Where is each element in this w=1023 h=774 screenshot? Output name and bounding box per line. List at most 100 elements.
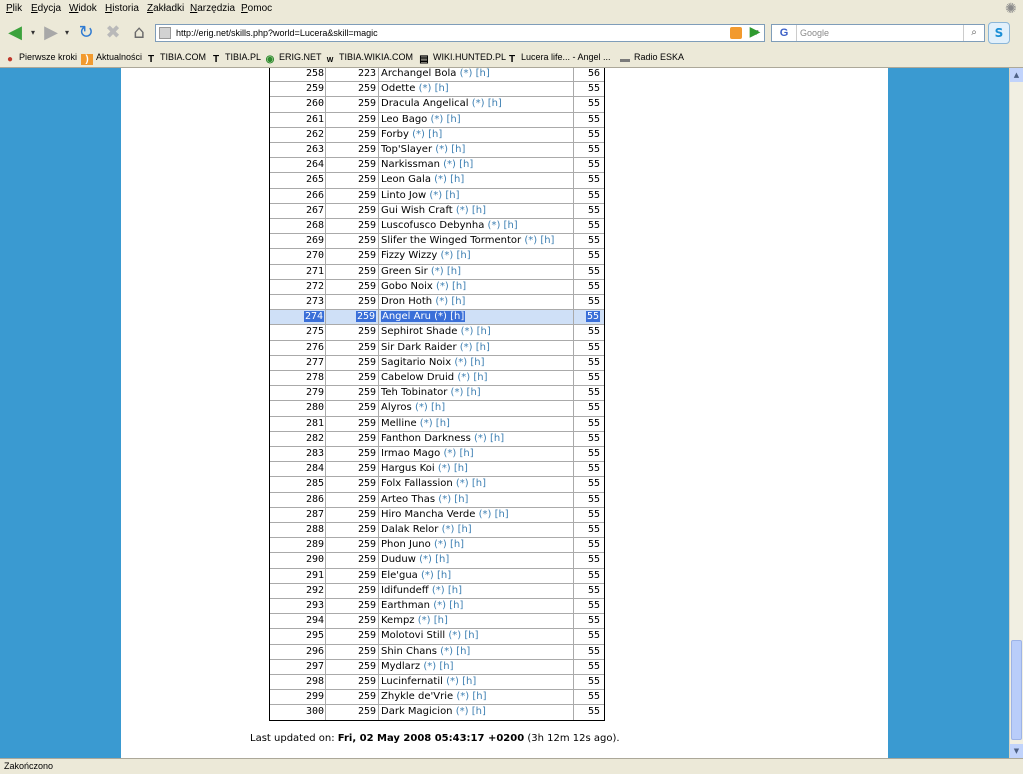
player-history-link[interactable]: [h] (490, 433, 504, 444)
player-history-link[interactable]: [h] (462, 676, 476, 687)
player-details-link[interactable]: (*) (434, 539, 447, 550)
search-input[interactable]: Google (800, 25, 829, 41)
player-details-link[interactable]: (*) (443, 159, 456, 170)
player-history-link[interactable]: [h] (454, 494, 468, 505)
stop-button[interactable]: ✖ (101, 21, 125, 45)
player-details-link[interactable]: (*) (431, 266, 444, 277)
player-details-link[interactable]: (*) (436, 281, 449, 292)
player-history-link[interactable]: [h] (447, 114, 461, 125)
player-details-link[interactable]: (*) (456, 691, 469, 702)
player-details-link[interactable]: (*) (435, 144, 448, 155)
player-details-link[interactable]: (*) (415, 402, 428, 413)
player-history-link[interactable]: [h] (445, 190, 459, 201)
bookmark-radio-eska[interactable]: ▬ Radio ESKA (619, 52, 684, 65)
skype-icon[interactable]: S (988, 22, 1010, 44)
player-history-link[interactable]: [h] (448, 585, 462, 596)
menu-widok[interactable]: Widok (69, 3, 97, 14)
player-details-link[interactable]: (*) (451, 387, 464, 398)
player-details-link[interactable]: (*) (420, 418, 433, 429)
menu-narzedzia[interactable]: Narzędzia (190, 3, 235, 14)
bookmark-pierwsze-kroki[interactable]: ● Pierwsze kroki (4, 52, 77, 65)
player-history-link[interactable]: [h] (472, 691, 486, 702)
player-details-link[interactable]: (*) (421, 570, 434, 581)
player-details-link[interactable]: (*) (460, 342, 473, 353)
player-history-link[interactable]: [h] (504, 220, 518, 231)
player-details-link[interactable]: (*) (434, 174, 447, 185)
player-details-link[interactable]: (*) (442, 524, 455, 535)
player-details-link[interactable]: (*) (440, 250, 453, 261)
player-history-link[interactable]: [h] (450, 174, 464, 185)
back-history-dropdown[interactable]: ▾ (28, 21, 38, 45)
menu-edycja[interactable]: Edycja (31, 3, 61, 14)
player-details-link[interactable]: (*) (438, 494, 451, 505)
player-history-link[interactable]: [h] (459, 448, 473, 459)
back-button[interactable]: ◀ (3, 21, 27, 45)
player-details-link[interactable]: (*) (460, 68, 473, 79)
forward-button[interactable]: ▶ (39, 21, 63, 45)
player-history-link[interactable]: [h] (495, 509, 509, 520)
player-details-link[interactable]: (*) (432, 585, 445, 596)
player-history-link[interactable]: [h] (477, 326, 491, 337)
player-details-link[interactable]: (*) (440, 646, 453, 657)
player-history-link[interactable]: [h] (456, 646, 470, 657)
player-details-link[interactable]: (*) (456, 205, 469, 216)
player-history-link[interactable]: [h] (434, 615, 448, 626)
player-details-link[interactable]: (*) (448, 630, 461, 641)
player-details-link[interactable]: (*) (431, 114, 444, 125)
player-history-link[interactable]: [h] (450, 539, 464, 550)
player-history-link[interactable]: [h] (472, 205, 486, 216)
vertical-scrollbar[interactable]: ▲ ▼ (1009, 68, 1023, 758)
go-button[interactable]: ▶ (746, 23, 764, 41)
scroll-thumb[interactable] (1011, 640, 1022, 740)
player-details-link[interactable]: (*) (479, 509, 492, 520)
player-history-link[interactable]: [h] (459, 159, 473, 170)
player-history-link[interactable]: [h] (431, 402, 445, 413)
bookmark-tibia-com[interactable]: T TIBIA.COM (145, 52, 206, 65)
player-history-link[interactable]: [h] (476, 342, 490, 353)
player-history-link[interactable]: [h] (472, 478, 486, 489)
home-button[interactable]: ⌂ (127, 21, 151, 45)
player-history-link[interactable]: [h] (437, 570, 451, 581)
player-details-link[interactable]: (*) (456, 478, 469, 489)
bookmark-aktualnosci[interactable]: ) Aktualności (81, 52, 142, 65)
player-history-link[interactable]: [h] (488, 98, 502, 109)
bookmark-wiki-hunted[interactable]: ▤ WIKI.HUNTED.PL (418, 52, 506, 65)
menu-historia[interactable]: Historia (105, 3, 139, 14)
search-engine-selector[interactable]: G (772, 25, 797, 41)
player-history-link[interactable]: [h] (450, 311, 464, 322)
forward-history-dropdown[interactable]: ▾ (62, 21, 72, 45)
player-history-link[interactable]: [h] (473, 372, 487, 383)
player-details-link[interactable]: (*) (434, 311, 447, 322)
player-details-link[interactable]: (*) (412, 129, 425, 140)
player-details-link[interactable]: (*) (488, 220, 501, 231)
player-details-link[interactable]: (*) (454, 357, 467, 368)
player-details-link[interactable]: (*) (456, 706, 469, 717)
player-history-link[interactable]: [h] (452, 281, 466, 292)
bookmark-erig-net[interactable]: ◉ ERIG.NET (264, 52, 322, 65)
bookmark-lucera-life[interactable]: T Lucera life... - Angel ... (506, 52, 611, 65)
player-history-link[interactable]: [h] (464, 630, 478, 641)
player-details-link[interactable]: (*) (472, 98, 485, 109)
player-details-link[interactable]: (*) (474, 433, 487, 444)
player-history-link[interactable]: [h] (449, 600, 463, 611)
player-history-link[interactable]: [h] (472, 706, 486, 717)
player-details-link[interactable]: (*) (446, 676, 459, 687)
player-history-link[interactable]: [h] (476, 68, 490, 79)
player-history-link[interactable]: [h] (435, 83, 449, 94)
player-history-link[interactable]: [h] (470, 357, 484, 368)
menu-pomoc[interactable]: Pomoc (241, 3, 272, 14)
menu-plik[interactable]: Plik (6, 3, 22, 14)
player-details-link[interactable]: (*) (438, 463, 451, 474)
player-details-link[interactable]: (*) (457, 372, 470, 383)
player-history-link[interactable]: [h] (439, 661, 453, 672)
player-details-link[interactable]: (*) (435, 296, 448, 307)
reload-button[interactable]: ↻ (74, 21, 98, 45)
rss-feed-icon[interactable] (730, 27, 742, 39)
player-history-link[interactable]: [h] (467, 387, 481, 398)
player-details-link[interactable]: (*) (443, 448, 456, 459)
player-history-link[interactable]: [h] (435, 554, 449, 565)
player-details-link[interactable]: (*) (418, 615, 431, 626)
player-history-link[interactable]: [h] (451, 296, 465, 307)
player-history-link[interactable]: [h] (451, 144, 465, 155)
player-history-link[interactable]: [h] (447, 266, 461, 277)
